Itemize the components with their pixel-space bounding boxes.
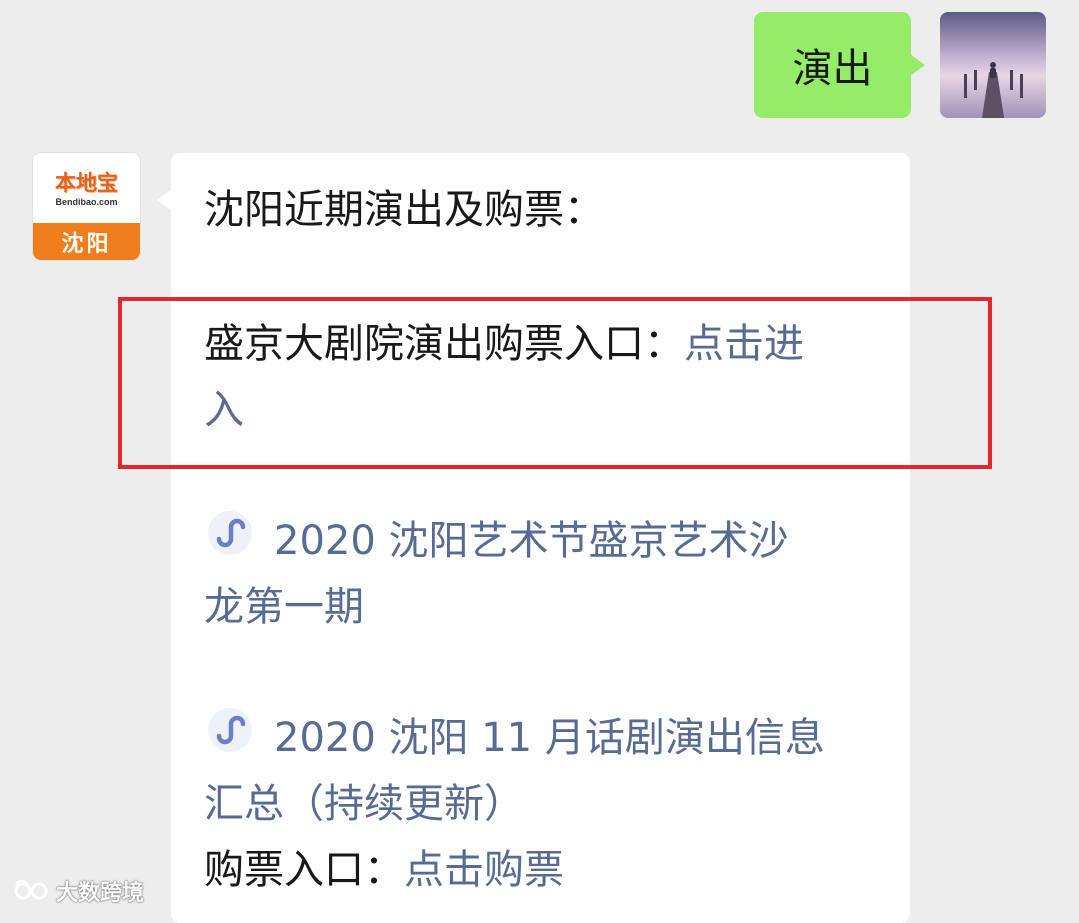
mini-program-link-1-wrap[interactable]: 龙第一期: [204, 574, 364, 640]
pier-photo-image: [940, 12, 1046, 118]
logo-brand-text: 本地宝: [55, 172, 118, 195]
mini-program-link-2-line2[interactable]: 汇总（持续更新）: [204, 781, 524, 827]
ticket-entry: 购票入口：点击购票: [204, 837, 564, 903]
logo-city-text: 沈阳: [61, 231, 112, 257]
mini-program-link-2-line1[interactable]: 2020 沈阳 11 月话剧演出信息: [274, 715, 825, 761]
watermark-text: 大数跨境: [56, 881, 145, 906]
buy-ticket-link[interactable]: 点击购票: [404, 847, 564, 893]
mini-program-link-1[interactable]: 2020 沈阳艺术节盛京艺术沙: [204, 508, 789, 574]
mini-program-link-2[interactable]: 2020 沈阳 11 月话剧演出信息: [204, 705, 825, 771]
mini-program-link-1-line2[interactable]: 龙第一期: [204, 584, 364, 630]
watermark: 大数跨境: [14, 874, 144, 908]
logo-city-band: 沈阳: [33, 223, 140, 260]
incoming-message-bubble: 沈阳近期演出及购票： 盛京大剧院演出购票入口：点击进 入 2020 沈阳艺术节盛…: [157, 153, 910, 923]
mini-program-link-2-wrap[interactable]: 汇总（持续更新）: [204, 771, 524, 837]
outgoing-message-text: 演出: [792, 46, 873, 92]
mini-program-icon: [204, 705, 260, 755]
bendibao-avatar[interactable]: 本地宝 Bendibao.com 沈阳: [33, 153, 140, 260]
message-heading: 沈阳近期演出及购票：: [204, 187, 604, 233]
mini-program-icon: [204, 508, 260, 558]
mini-program-link-1-line1[interactable]: 2020 沈阳艺术节盛京艺术沙: [274, 518, 789, 564]
user-avatar[interactable]: [940, 12, 1046, 118]
ticket-entry-label: 购票入口：: [204, 847, 404, 893]
logo-site-text: Bendibao.com: [55, 197, 118, 207]
watermark-logo-icon: [14, 880, 48, 900]
outgoing-message-bubble[interactable]: 演出: [754, 12, 925, 118]
highlight-annotation-box: [118, 297, 992, 469]
